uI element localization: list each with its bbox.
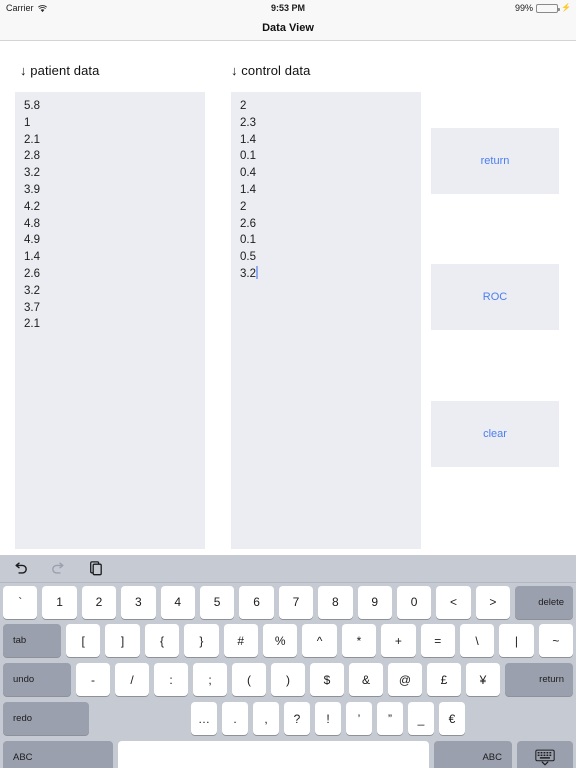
row4-right-spacer [470,702,573,735]
key-tilde[interactable]: ~ [538,624,574,657]
key-quote[interactable]: ” [377,702,403,735]
key-pound[interactable]: £ [427,663,461,696]
key-slash[interactable]: / [115,663,149,696]
key-5[interactable]: 5 [199,585,235,619]
battery-percent-label: 99% [515,3,534,13]
page-title: Data View [262,22,314,34]
key-4[interactable]: 4 [160,585,195,619]
return-button[interactable]: return [431,128,559,194]
keyboard-dismiss-icon[interactable] [517,740,573,768]
data-view-screen: Carrier 9:53 PM 99% ⚡ Data View ↓ patien… [0,0,576,768]
roc-button-label: ROC [482,291,508,303]
key-hash[interactable]: # [223,624,258,657]
charging-bolt-icon: ⚡ [561,3,571,12]
keyboard-shortcut-bar [0,555,576,583]
key-asterisk[interactable]: * [341,624,377,657]
status-bar: Carrier 9:53 PM 99% ⚡ [0,0,576,16]
text-cursor [256,265,258,279]
keyboard-row-4: redo … . , ? ! ’ ” _ € [0,699,576,738]
keyboard-row-1: ` 1 2 3 4 5 6 7 8 9 0 < > delete [0,583,576,621]
keyboard-row-2: tab [ ] { } # % ^ * + = \ | ~ [0,621,576,660]
key-bracket-left[interactable]: [ [66,624,101,657]
key-tab[interactable]: tab [3,624,61,657]
key-at[interactable]: @ [388,663,422,696]
key-semicolon[interactable]: ; [193,663,227,696]
key-abc-left[interactable]: ABC [3,740,113,768]
control-data-textarea[interactable]: 2 2.3 1.4 0.1 0.4 1.4 2 2.6 0.1 0.5 3.2 [231,92,421,549]
key-bracket-right[interactable]: ] [105,624,140,657]
redo-arrow-icon[interactable] [48,559,68,579]
key-euro[interactable]: € [439,702,465,735]
key-underscore[interactable]: _ [408,702,434,735]
key-2[interactable]: 2 [81,585,117,619]
key-colon[interactable]: : [154,663,188,696]
navigation-bar: Data View [0,16,576,41]
key-hyphen[interactable]: - [76,663,110,696]
key-brace-right[interactable]: } [184,624,219,657]
key-greater-than[interactable]: > [475,585,511,619]
clear-button-label: clear [483,428,507,440]
key-backslash[interactable]: \ [459,624,495,657]
key-3[interactable]: 3 [121,585,156,619]
keyboard-row-3: undo - / : ; ( ) $ & @ £ ¥ return [0,660,576,699]
key-1[interactable]: 1 [42,585,77,619]
onscreen-keyboard: ` 1 2 3 4 5 6 7 8 9 0 < > delete tab [ ]… [0,555,576,768]
patient-data-label: ↓ patient data [20,63,100,78]
key-period[interactable]: . [222,702,248,735]
key-yen[interactable]: ¥ [466,663,500,696]
key-6[interactable]: 6 [239,585,274,619]
key-delete[interactable]: delete [515,585,574,619]
status-bar-right: 99% ⚡ [515,3,571,13]
key-equals[interactable]: = [420,624,455,657]
key-9[interactable]: 9 [357,585,392,619]
control-data-text: 2 2.3 1.4 0.1 0.4 1.4 2 2.6 0.1 0.5 3.2 [240,100,256,280]
key-pipe[interactable]: | [499,624,534,657]
key-percent[interactable]: % [262,624,298,657]
control-data-label: ↓ control data [231,63,311,78]
key-8[interactable]: 8 [318,585,353,619]
key-backtick[interactable]: ` [3,585,38,619]
key-exclamation[interactable]: ! [315,702,341,735]
key-paren-right[interactable]: ) [271,663,305,696]
key-less-than[interactable]: < [436,585,471,619]
key-7[interactable]: 7 [278,585,314,619]
keyboard-row-5: ABC ABC [0,738,576,768]
key-plus[interactable]: + [381,624,416,657]
paste-icon[interactable] [86,559,106,579]
key-abc-right[interactable]: ABC [434,740,512,768]
key-undo[interactable]: undo [3,663,71,696]
status-bar-time: 9:53 PM [270,3,305,13]
key-return[interactable]: return [505,663,573,696]
row4-left-spacer [94,702,186,735]
return-button-label: return [480,155,510,167]
key-ampersand[interactable]: & [349,663,383,696]
key-caret[interactable]: ^ [302,624,337,657]
key-paren-left[interactable]: ( [232,663,266,696]
roc-button[interactable]: ROC [431,264,559,330]
key-redo[interactable]: redo [3,702,89,735]
key-0[interactable]: 0 [396,585,432,619]
key-dollar[interactable]: $ [310,663,344,696]
key-question[interactable]: ? [284,702,310,735]
key-apostrophe[interactable]: ’ [346,702,372,735]
key-ellipsis[interactable]: … [191,702,217,735]
main-content: ↓ patient data ↓ control data 5.8 1 2.1 … [0,41,576,555]
battery-icon [536,3,561,13]
patient-data-textarea[interactable]: 5.8 1 2.1 2.8 3.2 3.9 4.2 4.8 4.9 1.4 2.… [15,92,205,549]
key-brace-left[interactable]: { [144,624,180,657]
key-space[interactable] [118,740,429,768]
undo-arrow-icon[interactable] [10,559,30,579]
key-comma[interactable]: , [253,702,279,735]
clear-button[interactable]: clear [431,401,559,467]
patient-data-text: 5.8 1 2.1 2.8 3.2 3.9 4.2 4.8 4.9 1.4 2.… [24,100,40,331]
